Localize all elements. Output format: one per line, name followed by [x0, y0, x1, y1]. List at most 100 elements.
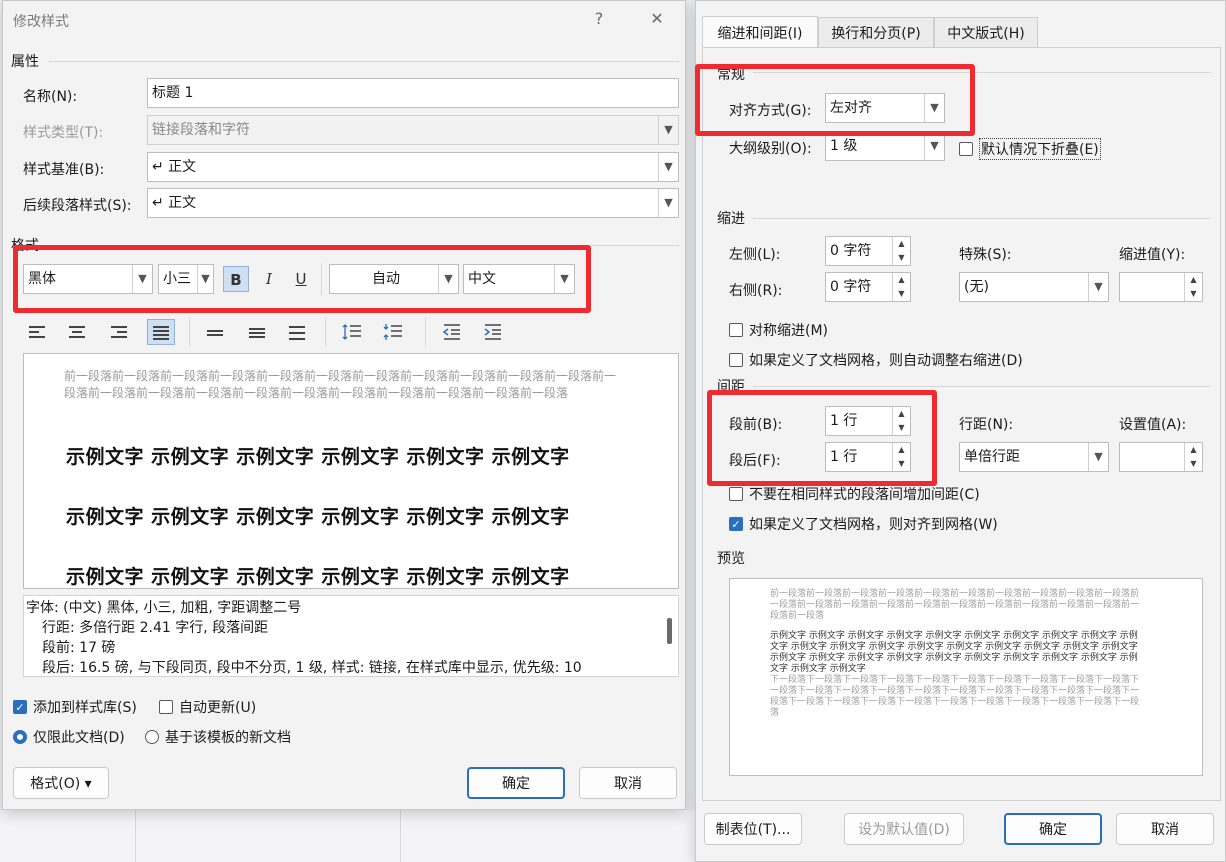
tab-line-page-breaks[interactable]: 换行和分页(P) [818, 17, 934, 47]
spin-up-icon[interactable]: ▲ [893, 273, 910, 287]
indent-by-spinner[interactable]: ▲ ▼ [1119, 272, 1203, 302]
radio-selected-icon [13, 730, 27, 744]
following-style-select[interactable]: ↵ 正文 ▼ [147, 188, 679, 218]
auto-adjust-indent-checkbox[interactable]: 如果定义了文档网格，则自动调整右缩进(D) [729, 350, 1023, 370]
align-left-icon[interactable] [23, 319, 51, 345]
based-on-label: 样式基准(B): [23, 162, 105, 178]
align-right-icon[interactable] [105, 319, 133, 345]
description-line: 段后: 16.5 磅, 与下段同页, 段中不分页, 1 级, 样式: 链接, 在… [42, 660, 582, 676]
checkbox-icon [729, 487, 743, 501]
preview-sample-line: 示例文字 示例文字 示例文字 示例文字 示例文字 示例文字 [66, 506, 570, 528]
mirror-indents-checkbox[interactable]: 对称缩进(M) [729, 320, 828, 340]
highlight-box-alignment [695, 64, 975, 136]
divider [49, 61, 679, 62]
bg-divider [400, 810, 401, 862]
align-center-icon[interactable] [63, 319, 91, 345]
chevron-down-icon[interactable]: ▼ [1088, 443, 1108, 471]
line-spacing-value: 单倍行距 [964, 449, 1020, 465]
snap-to-grid-checkbox[interactable]: ✓ 如果定义了文档网格，则对齐到网格(W) [729, 514, 998, 534]
chevron-down-icon[interactable]: ▼ [924, 132, 944, 160]
new-documents-label: 基于该模板的新文档 [165, 730, 291, 746]
radio-icon [145, 730, 159, 744]
paragraph-dialog: 缩进和间距(I) 换行和分页(P) 中文版式(H) 常规 对齐方式(G): 左对… [695, 0, 1226, 862]
right-indent-spinner[interactable]: 0 字符 ▲ ▼ [825, 272, 911, 302]
add-to-gallery-checkbox[interactable]: ✓ 添加到样式库(S) [13, 697, 137, 717]
space-before-increase-icon[interactable] [338, 319, 366, 345]
dialog-title: 修改样式 [13, 14, 69, 30]
single-spacing-icon[interactable] [201, 319, 229, 345]
highlight-box-spacing [707, 390, 937, 486]
divider [325, 317, 326, 347]
close-icon[interactable]: ✕ [645, 7, 669, 31]
spin-up-icon[interactable]: ▲ [1185, 273, 1202, 287]
format-menu-button[interactable]: 格式(O) ▾ [13, 767, 109, 799]
spin-down-icon[interactable]: ▼ [1185, 287, 1202, 301]
tab-indents-spacing[interactable]: 缩进和间距(I) [702, 16, 818, 48]
line-spacing-select[interactable]: 单倍行距 ▼ [959, 442, 1109, 472]
style-preview: 前一段落前一段落前一段落前一段落前一段落前一段落前一段落前一段落前一段落前一段落… [23, 353, 679, 589]
ok-button[interactable]: 确定 [1004, 813, 1102, 845]
spacing-at-spinner[interactable]: ▲ ▼ [1119, 442, 1203, 472]
right-indent-label: 右侧(R): [729, 283, 783, 299]
no-space-same-style-checkbox[interactable]: 不要在相同样式的段落间增加间距(C) [729, 484, 980, 504]
new-documents-radio[interactable]: 基于该模板的新文档 [145, 727, 291, 747]
preview-section: 预览 [717, 551, 745, 567]
align-justify-icon[interactable] [147, 319, 175, 345]
paragraph-preview: 前一段落前一段落前一段落前一段落前一段落前一段落前一段落前一段落前一段落前一段落… [729, 578, 1203, 776]
description-line: 字体: (中文) 黑体, 小三, 加粗, 字距调整二号 [26, 600, 302, 616]
special-indent-value: (无) [964, 279, 989, 295]
preview-sample-line: 示例文字 示例文字 示例文字 示例文字 示例文字 示例文字 [66, 446, 570, 468]
spin-down-icon[interactable]: ▼ [893, 251, 910, 265]
left-indent-spinner[interactable]: 0 字符 ▲ ▼ [825, 236, 911, 266]
set-as-default-button: 设为默认值(D) [844, 813, 964, 845]
space-before-decrease-icon[interactable] [379, 319, 407, 345]
no-space-same-style-label: 不要在相同样式的段落间增加间距(C) [749, 487, 980, 503]
cancel-button[interactable]: 取消 [579, 767, 677, 799]
check-icon: ✓ [729, 517, 743, 531]
divider [753, 218, 1211, 219]
preview-previous-paragraph: 前一段落前一段落前一段落前一段落前一段落前一段落前一段落前一段落前一段落前一段落… [770, 589, 1140, 621]
spin-down-icon[interactable]: ▼ [893, 287, 910, 301]
description-scrollbar[interactable] [667, 618, 672, 644]
chevron-down-icon[interactable]: ▼ [658, 189, 678, 217]
only-this-document-radio[interactable]: 仅限此文档(D) [13, 727, 125, 747]
cancel-button[interactable]: 取消 [1116, 813, 1214, 845]
spin-up-icon[interactable]: ▲ [1185, 443, 1202, 457]
modify-style-dialog: 修改样式 ? ✕ 属性 名称(N): 标题 1 样式类型(T): 链接段落和字符… [2, 0, 686, 810]
help-button[interactable]: ? [587, 7, 611, 31]
checkbox-icon [159, 700, 173, 714]
chevron-down-icon[interactable]: ▼ [1088, 273, 1108, 301]
preview-sample-text: 示例文字 示例文字 示例文字 示例文字 示例文字 示例文字 示例文字 示例文字 … [770, 631, 1138, 674]
auto-update-label: 自动更新(U) [179, 700, 257, 716]
style-type-value: 链接段落和字符 [152, 122, 250, 138]
auto-update-checkbox[interactable]: 自动更新(U) [159, 697, 256, 717]
chevron-down-icon[interactable]: ▼ [658, 153, 678, 181]
following-style-value: ↵ 正文 [152, 195, 197, 211]
preview-previous-paragraph: 前一段落前一段落前一段落前一段落前一段落前一段落前一段落前一段落前一段落前一段落… [64, 369, 617, 400]
tabs-button[interactable]: 制表位(T)... [704, 813, 802, 845]
collapse-default-checkbox[interactable]: 默认情况下折叠(E) [959, 138, 1101, 160]
background-document [0, 810, 700, 862]
preview-next-paragraph: 下一段落下一段落下一段落下一段落下一段落下一段落下一段落下一段落下一段落下一段落… [770, 675, 1140, 718]
checkbox-icon [729, 353, 743, 367]
mirror-indents-label: 对称缩进(M) [749, 323, 829, 339]
ok-button[interactable]: 确定 [467, 767, 565, 799]
decrease-indent-icon[interactable] [438, 319, 466, 345]
indent-section: 缩进 [717, 211, 745, 227]
style-description: 字体: (中文) 黑体, 小三, 加粗, 字距调整二号 行距: 多倍行距 2.4… [23, 595, 679, 677]
preview-sample-line: 示例文字 示例文字 示例文字 示例文字 示例文字 示例文字 [66, 566, 570, 588]
bg-divider [135, 810, 136, 862]
one-half-spacing-icon[interactable] [243, 319, 271, 345]
increase-indent-icon[interactable] [479, 319, 507, 345]
special-indent-select[interactable]: (无) ▼ [959, 272, 1109, 302]
double-spacing-icon[interactable] [283, 319, 311, 345]
add-to-gallery-label: 添加到样式库(S) [33, 700, 137, 716]
based-on-select[interactable]: ↵ 正文 ▼ [147, 152, 679, 182]
spin-down-icon[interactable]: ▼ [1185, 457, 1202, 471]
properties-section: 属性 [11, 54, 39, 70]
spin-up-icon[interactable]: ▲ [893, 237, 910, 251]
name-input[interactable]: 标题 1 [147, 78, 679, 108]
tab-asian-typography[interactable]: 中文版式(H) [934, 17, 1038, 47]
indent-by-label: 缩进值(Y): [1119, 247, 1186, 263]
outline-level-label: 大纲级别(O): [729, 141, 812, 157]
